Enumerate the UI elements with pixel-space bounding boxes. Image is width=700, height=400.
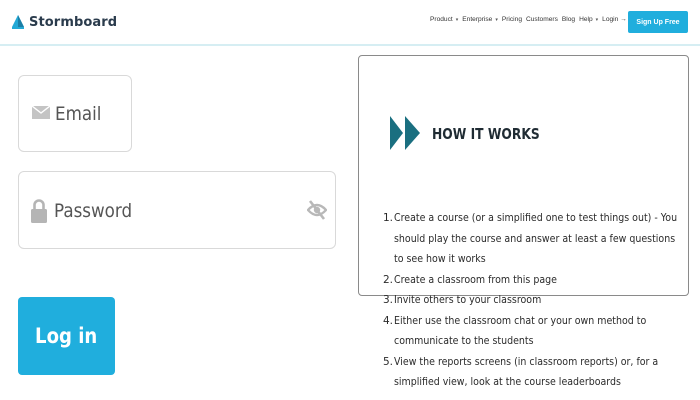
main-nav: Product ▾ Enterprise ▾ Pricing Customers… (430, 16, 627, 23)
login-button-label: Log in (35, 324, 98, 348)
step-number: 4. (383, 314, 394, 327)
nav-item-product[interactable]: Product ▾ (430, 16, 462, 23)
nav-label: Help (579, 16, 593, 23)
email-field[interactable]: Email (18, 75, 132, 152)
step-number: 5. (383, 355, 394, 368)
stormboard-logo[interactable]: Stormboard (10, 12, 117, 32)
nav-item-pricing[interactable]: Pricing (502, 16, 522, 23)
lock-icon (31, 199, 47, 223)
step-item: 1. Create a course (or a simplified one … (383, 208, 700, 270)
login-button[interactable]: Log in (18, 297, 115, 375)
step-number: 1. (383, 212, 394, 224)
nav-label: Enterprise (462, 16, 493, 23)
nav-label: Login → (602, 16, 627, 23)
eye-off-icon[interactable] (307, 199, 327, 221)
chevron-down-icon: ▾ (495, 16, 498, 23)
step-number: 2. (383, 273, 394, 286)
how-it-works-title: HOW IT WORKS (432, 125, 540, 143)
top-header: Stormboard Product ▾ Enterprise ▾ Pricin… (0, 0, 700, 46)
nav-item-blog[interactable]: Blog (562, 16, 575, 23)
nav-item-login[interactable]: Login → (602, 16, 627, 23)
how-it-works-steps: 1. Create a course (or a simplified one … (383, 208, 700, 393)
nav-item-help[interactable]: Help ▾ (579, 16, 602, 23)
stormboard-logo-icon (12, 15, 24, 29)
logo-text: Stormboard (29, 14, 118, 30)
step-item: 4. Either use the classroom chat or your… (383, 311, 700, 352)
chevron-down-icon: ▾ (595, 16, 599, 23)
step-text: Either use the classroom chat or your ow… (394, 314, 647, 348)
step-number: 3. (383, 294, 394, 306)
nav-label: Pricing (501, 16, 522, 23)
password-field[interactable]: Password (18, 171, 336, 249)
step-text: View the reports screens (in classroom r… (394, 355, 659, 389)
email-placeholder: Email (55, 103, 102, 125)
sign-up-button[interactable]: Sign Up Free (628, 11, 688, 33)
step-item: 2. Create a classroom from this page (383, 270, 700, 291)
chevron-down-icon: ▾ (455, 16, 459, 23)
nav-label: Blog (561, 16, 576, 23)
step-text: Invite others to your classroom (394, 294, 542, 306)
step-text: Create a classroom from this page (394, 273, 557, 286)
step-item: 3. Invite others to your classroom (383, 290, 700, 311)
step-item: 5. View the reports screens (in classroo… (383, 352, 700, 393)
nav-label: Customers (525, 16, 558, 23)
nav-item-enterprise[interactable]: Enterprise ▾ (462, 16, 502, 23)
password-placeholder: Password (54, 200, 133, 222)
double-chevron-icon (390, 116, 420, 150)
step-text: Create a course (or a simplified one to … (394, 212, 678, 265)
envelope-icon (32, 106, 50, 119)
nav-label: Product (430, 16, 453, 23)
nav-item-customers[interactable]: Customers (526, 16, 558, 23)
